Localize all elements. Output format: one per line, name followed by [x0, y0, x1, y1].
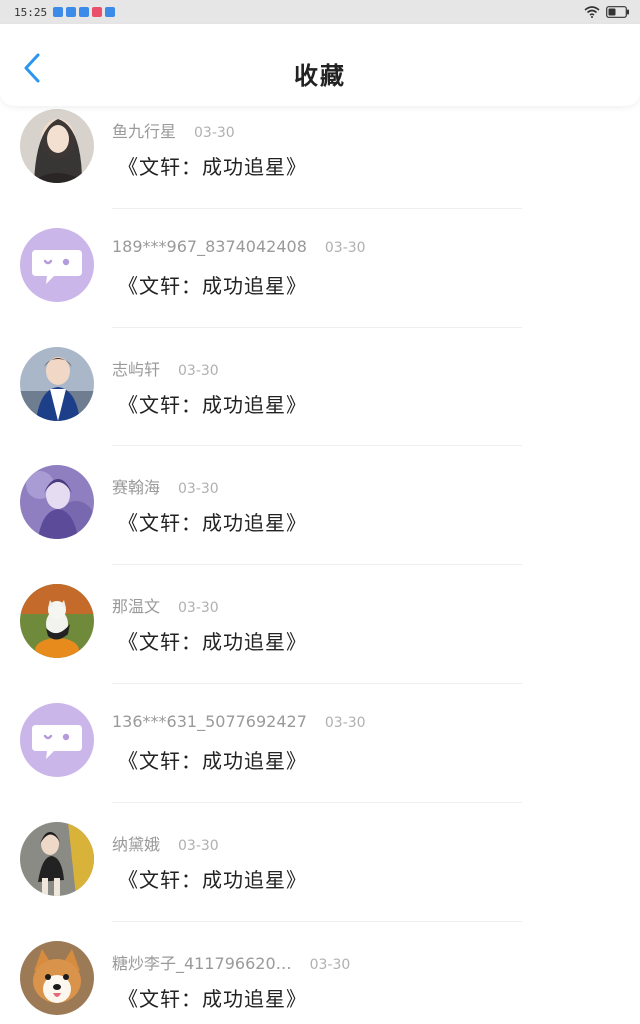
favorites-list: 鱼九行星 03-30 《文轩：成功追星》 189***967_8374042408	[0, 90, 640, 1024]
favorite-title: 《文轩：成功追星》	[118, 273, 307, 298]
wifi-icon	[584, 3, 600, 22]
favorite-title: 《文轩：成功追星》	[118, 392, 307, 417]
favorite-title: 《文轩：成功追星》	[118, 748, 307, 773]
username[interactable]: 鱼九行星 03-30	[112, 118, 235, 142]
username-text: 糖炒李子_411796620…	[112, 953, 292, 973]
list-item[interactable]: 189***967_8374042408 03-30 《文轩：成功追星》	[0, 209, 640, 328]
list-item[interactable]: 志屿轩 03-30 《文轩：成功追星》	[0, 328, 640, 447]
username[interactable]: 189***967_8374042408 03-30	[112, 237, 366, 256]
username-text: 赛翰海	[112, 478, 161, 498]
user-avatar[interactable]	[20, 940, 94, 1015]
post-date: 03-30	[194, 125, 235, 141]
status-time: 15:25	[14, 5, 48, 19]
post-date: 03-30	[178, 837, 219, 854]
favorite-title: 《文轩：成功追星》	[118, 630, 307, 655]
favorite-title: 《文轩：成功追星》	[118, 867, 307, 892]
favorites-page: 15:25 收藏 鱼九行星 03-30 《文轩：成功追星》 189***967_…	[0, 0, 640, 1024]
username-text: 志屿轩	[112, 359, 161, 379]
favorite-title: 《文轩：成功追星》	[118, 986, 307, 1011]
list-item[interactable]: 糖炒李子_411796620… 03-30 《文轩：成功追星》	[0, 922, 640, 1024]
list-item[interactable]: 鱼九行星 03-30 《文轩：成功追星》	[0, 90, 640, 209]
username[interactable]: 赛翰海 03-30	[112, 474, 219, 498]
post-date: 03-30	[178, 481, 219, 498]
list-item[interactable]: 136***631_5077692427 03-30 《文轩：成功追星》	[0, 684, 640, 803]
username[interactable]: 那温文 03-30	[112, 593, 219, 617]
default-chat-avatar[interactable]	[20, 702, 94, 777]
username-text: 189***967_8374042408	[112, 236, 307, 256]
page-header: 收藏	[0, 24, 640, 106]
username-text: 鱼九行星	[112, 122, 177, 141]
user-avatar[interactable]	[20, 109, 94, 183]
username[interactable]: 志屿轩 03-30	[112, 356, 219, 380]
username-text: 那温文	[112, 597, 161, 617]
app-notification-icon	[79, 7, 90, 17]
username[interactable]: 纳黛娥 03-30	[112, 831, 219, 855]
list-item[interactable]: 那温文 03-30 《文轩：成功追星》	[0, 565, 640, 684]
favorite-title: 《文轩：成功追星》	[118, 511, 307, 536]
user-avatar[interactable]	[20, 346, 94, 421]
user-avatar[interactable]	[20, 584, 94, 659]
status-bar: 15:25	[0, 0, 640, 24]
post-date: 03-30	[178, 362, 219, 379]
username-text: 纳黛娥	[112, 834, 161, 854]
app-notification-icon	[66, 7, 77, 17]
favorite-title: 《文轩：成功追星》	[118, 155, 307, 179]
page-title: 收藏	[294, 62, 346, 90]
list-item[interactable]: 赛翰海 03-30 《文轩：成功追星》	[0, 446, 640, 566]
post-date: 03-30	[178, 600, 219, 617]
battery-icon	[606, 3, 630, 22]
post-date: 03-30	[324, 714, 366, 731]
post-date: 03-30	[324, 239, 366, 256]
username-text: 136***631_5077692427	[112, 711, 307, 731]
app-notification-icon	[92, 7, 103, 17]
user-avatar[interactable]	[20, 465, 94, 540]
user-avatar[interactable]	[20, 821, 94, 896]
list-item[interactable]: 纳黛娥 03-30 《文轩：成功追星》	[0, 803, 640, 922]
username[interactable]: 糖炒李子_411796620… 03-30	[112, 950, 350, 974]
app-notification-icon	[53, 7, 64, 17]
default-chat-avatar[interactable]	[20, 227, 94, 302]
post-date: 03-30	[309, 956, 351, 973]
username[interactable]: 136***631_5077692427 03-30	[112, 712, 366, 731]
status-indicators	[584, 3, 630, 22]
app-notification-icon	[105, 7, 116, 17]
